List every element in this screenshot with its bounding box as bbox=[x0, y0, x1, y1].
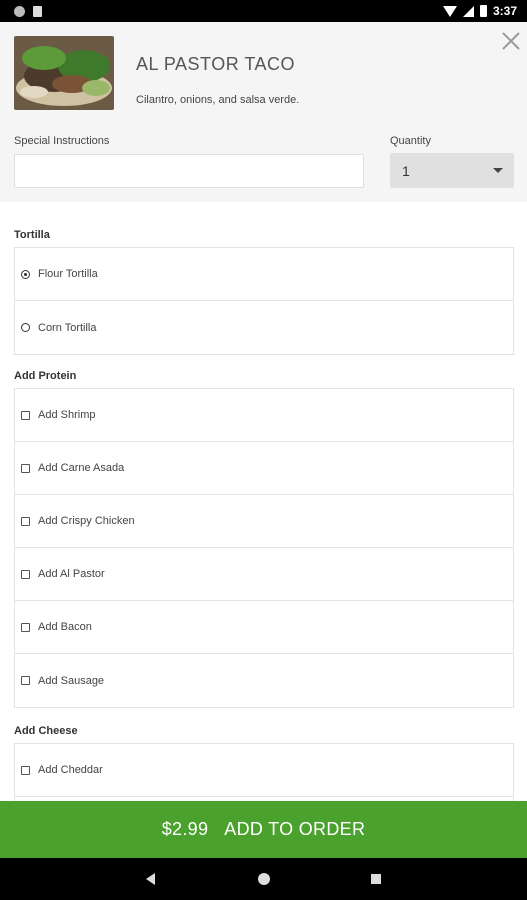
tortilla-option-corn[interactable]: Corn Tortilla bbox=[15, 301, 513, 354]
option-label: Corn Tortilla bbox=[38, 321, 97, 334]
protein-option-shrimp[interactable]: Add Shrimp bbox=[15, 389, 513, 442]
option-label: Add Crispy Chicken bbox=[38, 515, 135, 527]
tortilla-option-flour[interactable]: Flour Tortilla bbox=[15, 248, 513, 301]
navigation-bar bbox=[0, 858, 527, 900]
protein-option-sausage[interactable]: Add Sausage bbox=[15, 654, 513, 707]
option-label: Add Carne Asada bbox=[38, 462, 125, 474]
protein-option-carne-asada[interactable]: Add Carne Asada bbox=[15, 442, 513, 495]
cheese-option-cheddar[interactable]: Add Cheddar bbox=[15, 744, 513, 797]
protein-option-crispy-chicken[interactable]: Add Crispy Chicken bbox=[15, 495, 513, 548]
radio-checked-icon[interactable] bbox=[21, 269, 30, 279]
recents-icon[interactable] bbox=[371, 874, 381, 884]
quantity-value: 1 bbox=[402, 162, 410, 179]
checkbox-icon[interactable] bbox=[21, 410, 30, 420]
option-label: Add Al Pastor bbox=[38, 568, 105, 580]
home-icon[interactable] bbox=[258, 873, 270, 885]
radio-icon[interactable] bbox=[21, 323, 30, 332]
option-label: Add Cheddar bbox=[38, 764, 103, 776]
protein-option-bacon[interactable]: Add Bacon bbox=[15, 601, 513, 654]
section-label-protein: Add Protein bbox=[14, 370, 77, 382]
status-bar: 3:37 bbox=[0, 0, 527, 22]
checkbox-icon[interactable] bbox=[21, 676, 30, 685]
tortilla-options: Flour Tortilla Corn Tortilla bbox=[14, 247, 514, 355]
option-label: Flour Tortilla bbox=[38, 268, 98, 280]
notification-icon bbox=[14, 5, 25, 17]
wifi-icon bbox=[442, 5, 457, 17]
special-instructions-input[interactable] bbox=[14, 154, 364, 188]
section-label-cheese: Add Cheese bbox=[14, 725, 78, 737]
checkbox-icon[interactable] bbox=[21, 516, 30, 526]
section-label-tortilla: Tortilla bbox=[14, 229, 50, 241]
protein-option-al-pastor[interactable]: Add Al Pastor bbox=[15, 548, 513, 601]
item-header: AL PASTOR TACO Cilantro, onions, and sal… bbox=[0, 22, 527, 202]
item-description: Cilantro, onions, and salsa verde. bbox=[136, 94, 300, 106]
special-instructions-label: Special Instructions bbox=[14, 135, 110, 147]
item-image bbox=[14, 36, 114, 110]
close-icon bbox=[502, 32, 520, 50]
order-price: $2.99 bbox=[161, 819, 209, 839]
chevron-down-icon bbox=[493, 168, 503, 173]
add-to-order-label: ADD TO ORDER bbox=[224, 819, 366, 839]
quantity-select[interactable]: 1 bbox=[390, 153, 514, 188]
cheese-options: Add Cheddar bbox=[14, 743, 514, 801]
add-to-order-button[interactable]: $2.99 ADD TO ORDER bbox=[0, 801, 527, 858]
checkbox-icon[interactable] bbox=[21, 569, 30, 579]
checkbox-icon[interactable] bbox=[21, 622, 30, 632]
signal-icon bbox=[462, 5, 474, 17]
protein-options: Add Shrimp Add Carne Asada Add Crispy Ch… bbox=[14, 388, 514, 708]
checkbox-icon[interactable] bbox=[21, 765, 30, 775]
option-label: Add Bacon bbox=[38, 621, 92, 633]
status-time: 3:37 bbox=[492, 4, 517, 18]
checkbox-icon[interactable] bbox=[21, 463, 30, 473]
back-icon[interactable] bbox=[146, 873, 155, 885]
option-label: Add Shrimp bbox=[38, 409, 96, 421]
option-label: Add Sausage bbox=[38, 674, 105, 687]
battery-icon bbox=[479, 5, 487, 17]
close-button[interactable] bbox=[500, 30, 522, 52]
sd-card-icon bbox=[33, 5, 42, 17]
item-title: AL PASTOR TACO bbox=[136, 54, 296, 74]
quantity-label: Quantity bbox=[390, 135, 431, 147]
